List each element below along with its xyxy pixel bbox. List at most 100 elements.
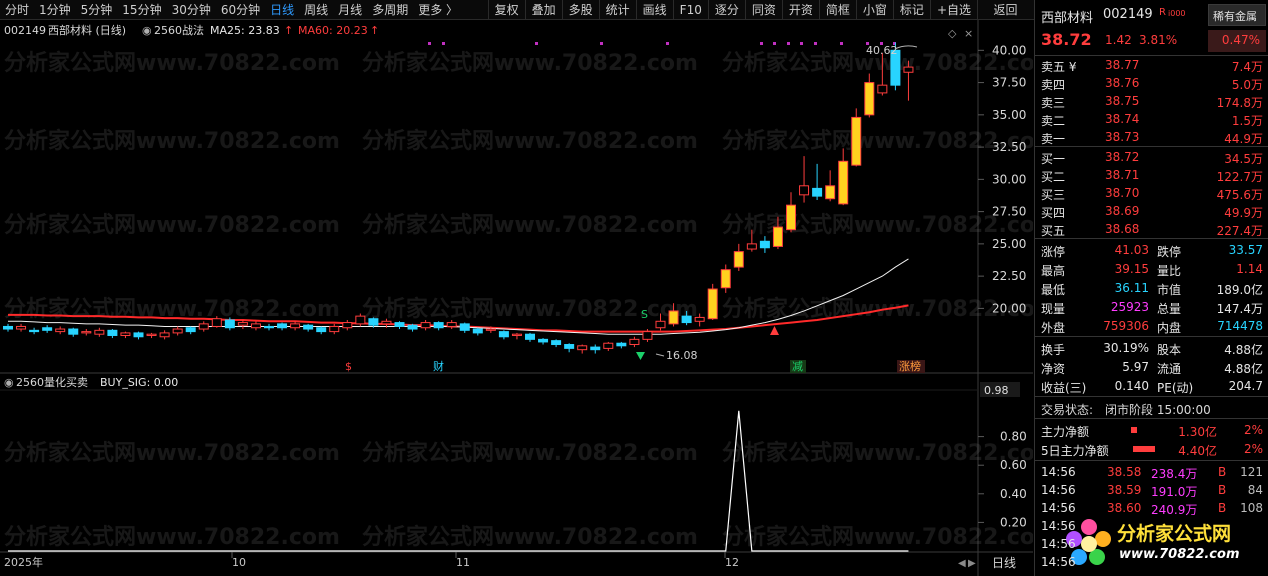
tool-button-2[interactable]: 多股 bbox=[561, 0, 599, 20]
tick-side-0: B bbox=[1218, 465, 1227, 479]
signal-dot-0 bbox=[428, 42, 431, 45]
period-switch-button[interactable]: 日线 bbox=[992, 556, 1016, 570]
tool-button-8[interactable]: 开资 bbox=[781, 0, 819, 20]
watermark-4-0: 分析家公式网www.70822.com bbox=[4, 440, 340, 466]
kline-chart[interactable]: 分析家公式网www.70822.com 分析家公式网www.70822.com 分析… bbox=[0, 20, 1033, 576]
tool-button-6[interactable]: 逐分 bbox=[707, 0, 745, 20]
tick-time-1: 14:56 bbox=[1041, 483, 1076, 497]
date-axis-year: 2025年 bbox=[4, 555, 43, 569]
stat2-label-b2: PE(动) bbox=[1157, 381, 1194, 395]
ask-label-2: 卖四 bbox=[1041, 78, 1066, 92]
formula-name[interactable]: 2560战法 bbox=[154, 23, 204, 37]
stat2-value-b1: 4.88亿 bbox=[1224, 362, 1263, 376]
period-tab-9[interactable]: 多周期 bbox=[367, 0, 413, 20]
ask-vol-3: 174.8万 bbox=[1216, 96, 1263, 110]
tool-button-4[interactable]: 画线 bbox=[635, 0, 673, 20]
bid-vol-5: 227.4万 bbox=[1216, 224, 1263, 238]
tool-button-3[interactable]: 统计 bbox=[598, 0, 636, 20]
tool-button-0[interactable]: 复权 bbox=[487, 0, 525, 20]
stat-value-b4: 714478 bbox=[1217, 319, 1263, 333]
stat-label-a0: 涨停 bbox=[1041, 245, 1066, 259]
period-tab-10[interactable]: 更多 〉 bbox=[413, 0, 463, 20]
tool-button-11[interactable]: 标记 bbox=[892, 0, 930, 20]
settings-diamond-icon[interactable]: ◇ bbox=[948, 27, 957, 40]
bid-vol-4: 49.9万 bbox=[1224, 206, 1263, 220]
period-tab-4[interactable]: 30分钟 bbox=[167, 0, 216, 20]
period-tab-2[interactable]: 5分钟 bbox=[76, 0, 118, 20]
indicator-dropdown-icon[interactable]: ◉ bbox=[4, 376, 14, 389]
period-tab-7[interactable]: 周线 bbox=[299, 0, 333, 20]
period-tab-3[interactable]: 15分钟 bbox=[117, 0, 166, 20]
buy-sig-value: BUY_SIG: 0.00 bbox=[100, 376, 178, 389]
tool-button-13[interactable]: 返回 bbox=[977, 0, 1033, 20]
ask-vol-1: 7.4万 bbox=[1231, 60, 1263, 74]
period-tab-8[interactable]: 月线 bbox=[333, 0, 367, 20]
period-tab-0[interactable]: 分时 bbox=[0, 0, 34, 20]
tool-button-9[interactable]: 简框 bbox=[818, 0, 856, 20]
ask-price-1: 38.77 bbox=[1105, 58, 1140, 72]
flow-label-1: 5日主力净额 bbox=[1041, 444, 1109, 458]
tool-button-10[interactable]: 小窗 bbox=[855, 0, 893, 20]
tool-button-7[interactable]: 同资 bbox=[744, 0, 782, 20]
tick-count-2: 108 bbox=[1240, 501, 1263, 515]
candle-55[interactable] bbox=[707, 283, 718, 320]
ask-price-5: 38.73 bbox=[1105, 130, 1140, 144]
stat-label-a2: 最低 bbox=[1041, 283, 1066, 297]
low-price-label: 16.08 bbox=[666, 349, 698, 362]
stat-label-b0: 跌停 bbox=[1157, 245, 1182, 259]
bid-price-4: 38.69 bbox=[1105, 204, 1140, 218]
tick-side-1: B bbox=[1218, 483, 1227, 497]
ma60-value: MA60: 20.23 bbox=[298, 24, 368, 37]
candle-66[interactable] bbox=[851, 108, 862, 167]
price-tick-2: 35.00 bbox=[992, 108, 1026, 122]
ind-tick-1: 0.60 bbox=[1000, 458, 1027, 472]
stat-value-a3: 25923 bbox=[1110, 300, 1149, 314]
chart-name-period: 西部材料 (日线) bbox=[48, 23, 126, 37]
tick-side-2: B bbox=[1218, 501, 1227, 515]
scroll-left-icon[interactable]: ◀ bbox=[958, 558, 966, 569]
tool-button-12[interactable]: +自选 bbox=[929, 0, 977, 20]
flow-bar-1 bbox=[1133, 446, 1155, 452]
tool-button-1[interactable]: 叠加 bbox=[524, 0, 562, 20]
stat2-label-a1: 净资 bbox=[1041, 362, 1066, 376]
ask-price-2: 38.76 bbox=[1105, 76, 1140, 90]
ask-vol-4: 1.5万 bbox=[1231, 114, 1263, 128]
stat-label-b3: 总量 bbox=[1157, 302, 1182, 316]
gain-rank-marker: 涨榜 bbox=[899, 359, 921, 373]
signal-dot-5 bbox=[760, 42, 763, 45]
high-price-label: 40.62 bbox=[866, 44, 898, 57]
formula-dropdown-icon[interactable]: ◉ bbox=[142, 24, 152, 37]
price-tick-1: 37.50 bbox=[992, 76, 1026, 90]
price-tick-0: 40.00 bbox=[992, 43, 1026, 57]
watermark-2-1: 分析家公式网www.70822.com bbox=[362, 212, 698, 238]
flow-bar-0 bbox=[1131, 427, 1137, 433]
tick-count-0: 121 bbox=[1240, 465, 1263, 479]
period-tab-6[interactable]: 日线 bbox=[265, 0, 299, 20]
watermark-0-0: 分析家公式网www.70822.com bbox=[4, 50, 340, 76]
bid-price-3: 38.70 bbox=[1105, 186, 1140, 200]
stat-label-b2: 市值 bbox=[1157, 283, 1182, 297]
watermark-4-1: 分析家公式网www.70822.com bbox=[362, 440, 698, 466]
stat2-value-a2: 0.140 bbox=[1114, 379, 1149, 393]
tick-price-1: 38.59 bbox=[1107, 483, 1142, 497]
stat-value-a2: 36.11 bbox=[1114, 281, 1149, 295]
signal-dot-7 bbox=[787, 42, 790, 45]
watermark-4-2: 分析家公式网www.70822.com bbox=[722, 440, 1033, 466]
tick-time-2: 14:56 bbox=[1041, 501, 1076, 515]
bid-label-4: 买四 bbox=[1041, 206, 1066, 220]
ask-vol-5: 44.9万 bbox=[1224, 132, 1263, 146]
tick-vol-1: 191.0万 bbox=[1151, 485, 1198, 499]
close-icon[interactable]: × bbox=[964, 27, 973, 40]
sector-tag[interactable]: 稀有金属 bbox=[1208, 4, 1266, 26]
period-tab-5[interactable]: 60分钟 bbox=[216, 0, 265, 20]
ask-label-5: 卖一 bbox=[1041, 132, 1066, 146]
period-tab-1[interactable]: 1分钟 bbox=[34, 0, 76, 20]
ma25-arrow: ↑ bbox=[284, 24, 293, 37]
scroll-right-icon[interactable]: ▶ bbox=[968, 558, 976, 569]
tool-button-5[interactable]: F10 bbox=[672, 0, 708, 20]
stat2-label-a0: 换手 bbox=[1041, 343, 1066, 357]
indicator-name[interactable]: 2560量化买卖 bbox=[16, 375, 88, 389]
watermark-0-1: 分析家公式网www.70822.com bbox=[362, 50, 698, 76]
bid-vol-2: 122.7万 bbox=[1216, 170, 1263, 184]
stat-value-a1: 39.15 bbox=[1114, 262, 1149, 276]
